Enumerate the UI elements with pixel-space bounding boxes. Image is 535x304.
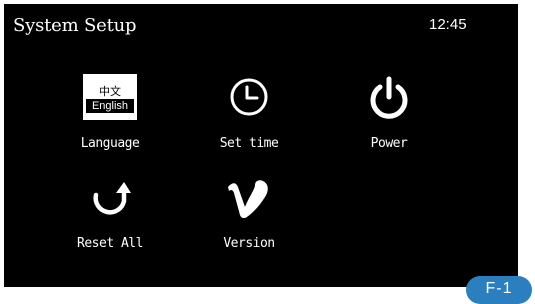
clock-display: 12:45 xyxy=(429,16,467,33)
set-time-label: Set time xyxy=(219,136,279,151)
version-button[interactable]: Version xyxy=(194,174,304,254)
version-label: Version xyxy=(223,236,275,251)
page-title: System Setup xyxy=(13,15,137,36)
reset-arrow-icon xyxy=(80,178,140,220)
language-icon: 中文 English xyxy=(80,74,140,120)
version-v-icon xyxy=(219,178,279,220)
figure-badge: F-1 xyxy=(466,276,532,304)
language-label: Language xyxy=(80,136,140,151)
power-icon xyxy=(359,76,419,119)
power-label: Power xyxy=(370,136,408,151)
power-button[interactable]: Power xyxy=(334,74,444,154)
setup-screen: System Setup 12:45 中文 English Language S… xyxy=(4,4,518,287)
reset-all-label: Reset All xyxy=(77,236,143,251)
set-time-button[interactable]: Set time xyxy=(194,74,304,154)
reset-all-button[interactable]: Reset All xyxy=(55,174,165,254)
language-button[interactable]: 中文 English Language xyxy=(55,74,165,154)
language-icon-chinese: 中文 xyxy=(99,85,121,98)
clock-icon xyxy=(219,76,279,118)
language-icon-english: English xyxy=(86,99,134,113)
